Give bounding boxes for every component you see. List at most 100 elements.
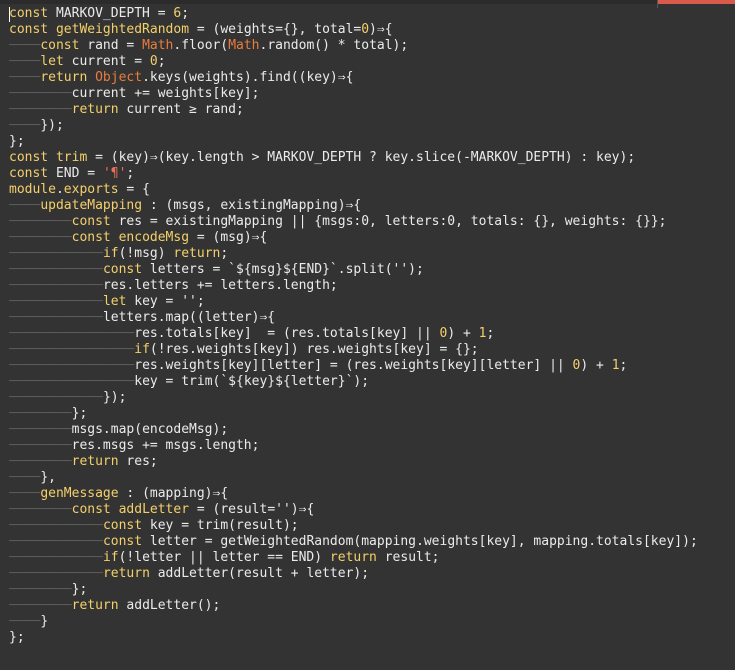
code-token: letters.map((letter)⇒{ — [102, 310, 276, 325]
code-token: current ≥ rand; — [118, 102, 244, 117]
code-line[interactable]: ────────return addLetter(); — [9, 598, 698, 614]
indent-guide: ──── — [9, 614, 41, 629]
indent-guide: ──── — [40, 502, 72, 517]
indent-guide: ──── — [9, 102, 41, 117]
code-line[interactable]: ────────const res = existingMapping || {… — [9, 214, 698, 230]
code-token: const — [40, 38, 80, 53]
code-line[interactable]: ────────────}); — [9, 390, 698, 406]
code-line[interactable]: ────────────────key = trim(`${key}${lett… — [9, 374, 698, 390]
code-line[interactable]: ────────────const letter = getWeightedRa… — [9, 534, 698, 550]
code-token: MARKOV_DEPTH = — [48, 6, 174, 21]
code-token: msgs.map(encodeMsg); — [71, 422, 229, 437]
code-token: .random() * total); — [259, 38, 409, 53]
code-area[interactable]: const MARKOV_DEPTH = 6; const getWeighted… — [9, 6, 698, 646]
indent-guide: ──── — [71, 358, 103, 373]
code-line[interactable]: ────────current += weights[key]; — [9, 86, 698, 102]
indent-guide: ──── — [40, 230, 72, 245]
indent-guide: ──── — [102, 326, 135, 341]
code-token: 0 — [361, 22, 370, 37]
code-token: addLetter — [118, 502, 190, 517]
code-token: ) + — [580, 358, 612, 373]
code-line[interactable]: ────updateMapping : (msgs, existingMappi… — [9, 198, 698, 214]
code-line[interactable]: ────}); — [9, 118, 698, 134]
indent-guide: ──── — [9, 278, 41, 293]
code-line[interactable]: ────────────res.letters += letters.lengt… — [9, 278, 698, 294]
code-token: if — [134, 342, 150, 357]
indent-guide: ──── — [9, 310, 41, 325]
indent-guide: ──── — [71, 534, 103, 549]
code-line[interactable]: ────────res.msgs += msgs.length; — [9, 438, 698, 454]
code-line[interactable]: ────const rand = Math.floor(Math.random(… — [9, 38, 698, 54]
code-line[interactable]: ────────────const letters = `${msg}${END… — [9, 262, 698, 278]
code-line[interactable]: ────────return current ≥ rand; — [9, 102, 698, 118]
code-line[interactable]: ────────}; — [9, 582, 698, 598]
code-token: if — [102, 246, 119, 261]
indent-guide: ──── — [9, 374, 41, 389]
code-token: return — [329, 550, 377, 565]
code-line[interactable]: }; — [9, 134, 698, 150]
indent-guide: ──── — [40, 310, 72, 325]
code-token: : (msgs, existingMapping)⇒{ — [142, 198, 362, 213]
indent-guide: ──── — [9, 438, 41, 453]
code-line[interactable]: ────}, — [9, 470, 698, 486]
indent-guide: ──── — [71, 550, 103, 565]
indent-guide: ──── — [9, 198, 41, 213]
code-token: 1 — [611, 358, 620, 373]
code-line[interactable]: ────────────let key = ''; — [9, 294, 698, 310]
code-line[interactable]: const getWeightedRandom = (weights={}, t… — [9, 22, 698, 38]
indent-guide: ──── — [40, 422, 72, 437]
code-line[interactable]: ────────────return addLetter(result + le… — [9, 566, 698, 582]
code-line[interactable]: ────────────────if(!res.weights[key]) re… — [9, 342, 698, 358]
code-line[interactable]: ────────msgs.map(encodeMsg); — [9, 422, 698, 438]
code-line[interactable]: const END = '¶'; — [9, 166, 698, 182]
indent-guide: ──── — [9, 342, 41, 357]
code-line[interactable]: ────────────const key = trim(result); — [9, 518, 698, 534]
code-token: }); — [102, 390, 127, 405]
code-token: 0 — [149, 54, 158, 69]
indent-guide: ──── — [71, 390, 103, 405]
code-line[interactable]: ────────────letters.map((letter)⇒{ — [9, 310, 698, 326]
code-token: const — [102, 518, 143, 533]
code-token: let — [102, 294, 127, 309]
code-line[interactable]: }; — [9, 630, 698, 646]
code-token: const — [9, 6, 49, 21]
code-line[interactable]: ────return Object.keys(weights).find((ke… — [9, 70, 698, 86]
code-line[interactable]: ────} — [9, 614, 698, 630]
indent-guide: ──── — [71, 278, 103, 293]
code-line[interactable]: const MARKOV_DEPTH = 6; — [9, 6, 698, 22]
code-token: encodeMsg — [118, 230, 190, 245]
indent-guide: ──── — [71, 342, 103, 357]
code-token: ; — [181, 6, 190, 21]
code-line[interactable]: ────────────────res.weights[key][letter]… — [9, 358, 698, 374]
code-line[interactable]: ────let current = 0; — [9, 54, 698, 70]
code-line[interactable]: ────────────if(!msg) return; — [9, 246, 698, 262]
indent-guide: ──── — [40, 598, 72, 613]
code-line[interactable]: module.exports = { — [9, 182, 698, 198]
active-tab-indicator[interactable] — [658, 0, 735, 4]
code-line[interactable]: ────────}; — [9, 406, 698, 422]
code-line[interactable]: ────────────────res.totals[key] = (res.t… — [9, 326, 698, 342]
code-line[interactable]: ────genMessage : (mapping)⇒{ — [9, 486, 698, 502]
indent-guide: ──── — [71, 262, 103, 277]
code-token: ; — [126, 166, 135, 181]
code-line[interactable]: ────────const encodeMsg = (msg)⇒{ — [9, 230, 698, 246]
code-token: letter = getWeightedRandom(mapping.weigh… — [142, 534, 698, 549]
indent-guide: ──── — [40, 534, 72, 549]
code-line[interactable]: const trim = (key)⇒(key.length > MARKOV_… — [9, 150, 698, 166]
code-token: res.letters += letters.length; — [102, 278, 338, 293]
code-token: addLetter(result + letter); — [149, 566, 370, 581]
code-line[interactable]: ────────const addLetter = (result='')⇒{ — [9, 502, 698, 518]
indent-guide: ──── — [9, 38, 41, 53]
code-token: Math — [142, 38, 174, 53]
code-token: addLetter(); — [118, 598, 221, 613]
indent-guide: ──── — [71, 518, 103, 533]
code-token: module — [9, 182, 56, 197]
code-token: letters = `${msg}${END}`.split(''); — [142, 262, 424, 277]
code-token: if — [102, 550, 119, 565]
code-line[interactable]: ────────return res; — [9, 454, 698, 470]
code-line[interactable]: ────────────if(!letter || letter == END)… — [9, 550, 698, 566]
code-editor[interactable]: const MARKOV_DEPTH = 6; const getWeighted… — [0, 0, 735, 670]
indent-guide: ──── — [9, 534, 41, 549]
